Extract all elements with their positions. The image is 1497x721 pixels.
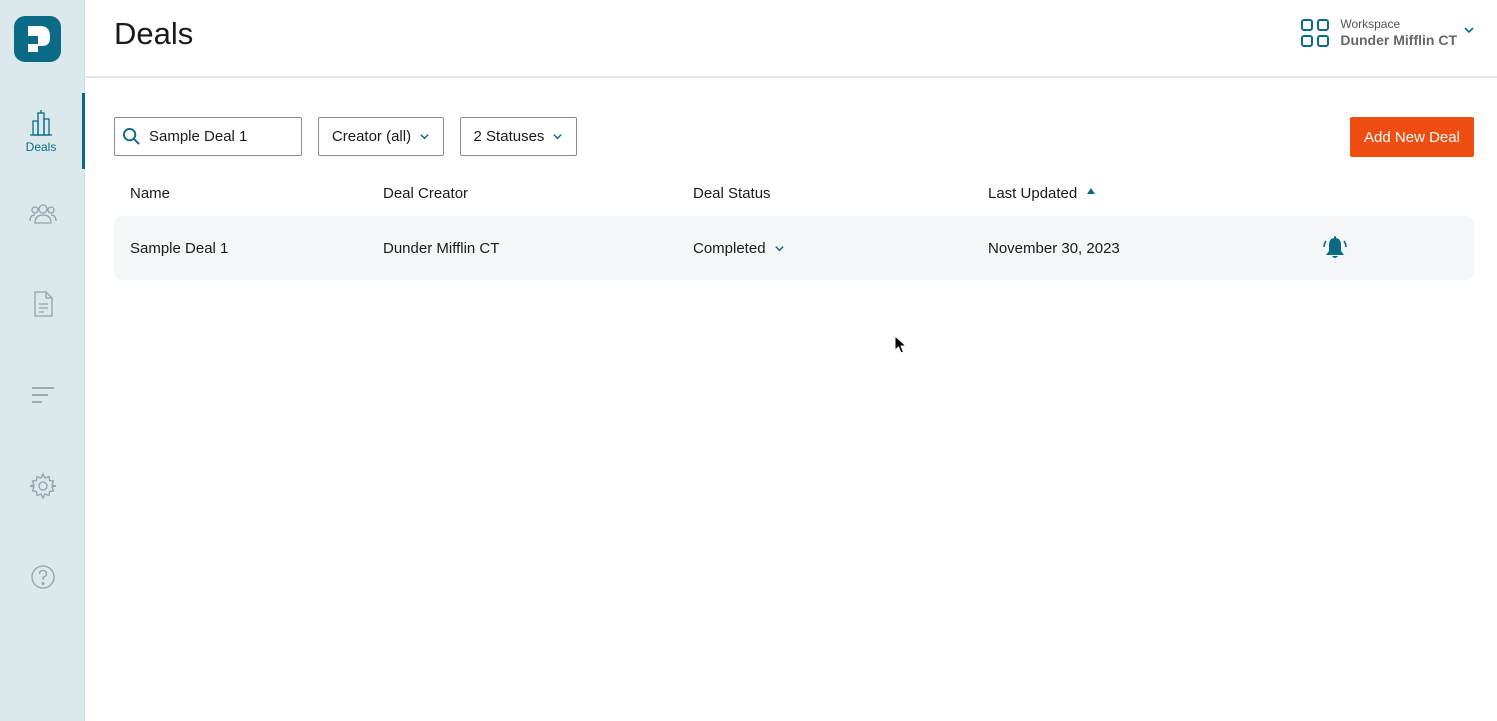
search-icon	[122, 127, 140, 145]
column-header-deal-status[interactable]: Deal Status	[693, 185, 771, 202]
column-header-name[interactable]: Name	[130, 185, 170, 202]
people-icon	[28, 204, 57, 224]
workspace-caption: Workspace	[1340, 17, 1401, 31]
page-title: Deals	[114, 16, 194, 51]
buildings-icon	[30, 109, 52, 136]
sidebar: Deals	[0, 0, 85, 721]
sidebar-item-help[interactable]	[0, 539, 85, 615]
sidebar-item-label: Deals	[25, 139, 57, 154]
chevron-down-icon	[774, 246, 784, 252]
chevron-down-icon	[420, 134, 429, 140]
grid-icon	[1301, 19, 1330, 47]
mouse-cursor-icon	[894, 335, 908, 354]
workspace-name: Dunder Mifflin CT	[1340, 32, 1457, 48]
sidebar-item-deals[interactable]: Deals	[0, 93, 85, 169]
status-filter-label: 2 Statuses	[473, 128, 545, 145]
deal-status-dropdown[interactable]: Completed	[693, 240, 785, 257]
column-header-deal-creator[interactable]: Deal Creator	[383, 185, 468, 202]
last-updated-cell: November 30, 2023	[988, 240, 1120, 257]
column-header-last-updated[interactable]: Last Updated	[988, 185, 1077, 202]
add-new-deal-button[interactable]: Add New Deal	[1350, 117, 1474, 157]
sort-ascending-icon[interactable]	[1087, 188, 1095, 194]
table-row[interactable]: Sample Deal 1 Dunder Mifflin CT Complete…	[114, 216, 1474, 280]
gear-icon	[29, 472, 56, 500]
help-icon	[30, 565, 55, 589]
lines-icon	[31, 387, 54, 403]
chevron-down-icon	[1464, 27, 1474, 34]
status-filter-dropdown[interactable]: 2 Statuses	[460, 117, 577, 156]
sidebar-item-settings[interactable]	[0, 448, 85, 524]
sidebar-item-documents[interactable]	[0, 266, 85, 342]
document-icon	[33, 291, 53, 317]
creator-filter-dropdown[interactable]: Creator (all)	[318, 117, 444, 156]
sidebar-item-list[interactable]	[0, 357, 85, 433]
page-header: Deals Workspace Dunder Mifflin CT	[85, 0, 1497, 78]
deal-creator-cell: Dunder Mifflin CT	[383, 240, 500, 257]
deal-status-label: Completed	[693, 240, 766, 257]
bell-icon[interactable]	[1321, 234, 1349, 262]
search-input[interactable]	[149, 128, 299, 145]
creator-filter-label: Creator (all)	[331, 128, 412, 145]
app-logo-icon[interactable]	[14, 16, 61, 62]
workspace-switcher[interactable]: Workspace Dunder Mifflin CT	[1300, 17, 1475, 49]
chevron-down-icon	[553, 134, 563, 140]
search-field[interactable]	[114, 117, 302, 156]
sidebar-item-people[interactable]	[0, 175, 85, 251]
deal-name-cell[interactable]: Sample Deal 1	[130, 240, 228, 257]
